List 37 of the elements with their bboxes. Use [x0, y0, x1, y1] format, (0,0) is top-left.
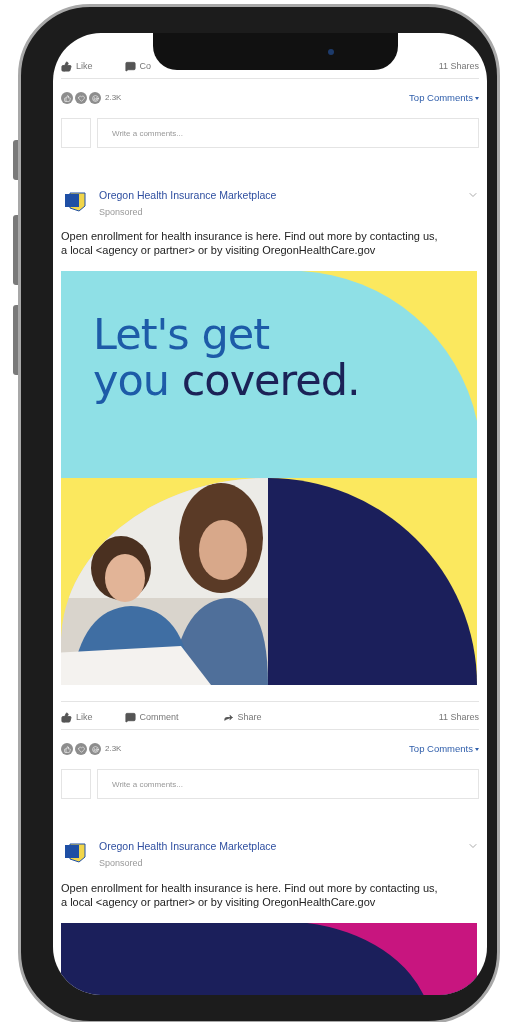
page-name-link[interactable]: Oregon Health Insurance Marketplace [99, 188, 277, 204]
caret-icon [475, 96, 479, 100]
reaction-icon [75, 92, 87, 104]
sort-dropdown[interactable]: Top Comments [409, 90, 479, 106]
post-text: Open enrollment for health insurance is here. Find out more by contacting us, a local <agency or partner> or by visiting OregonHealthCare.gov [61, 229, 439, 258]
comment-field[interactable]: Write a comments... [97, 769, 479, 800]
reaction-icon [89, 743, 101, 756]
post-action-button[interactable]: Co [124, 59, 152, 74]
reaction-count: 2.3K [105, 743, 122, 756]
post-action-button[interactable]: Like [61, 59, 93, 74]
speech-bubble-icon [124, 61, 136, 72]
share-icon [222, 712, 234, 724]
sort-dropdown[interactable]: Top Comments [409, 742, 479, 757]
post-action-button[interactable]: Like [61, 711, 93, 725]
avatar-placeholder [61, 118, 91, 148]
comment-field[interactable]: Write a comments... [97, 118, 479, 148]
share-count: 11 Shares [438, 711, 479, 724]
post-action-button[interactable]: Comment [124, 711, 179, 725]
thumbs-up-icon [61, 61, 72, 72]
thumbs-up-icon [61, 712, 72, 724]
speech-bubble-icon [124, 712, 136, 724]
sponsored-label: Sponsored [99, 857, 144, 870]
page-name-link[interactable]: Oregon Health Insurance Marketplace [99, 839, 277, 855]
ad-headline: you covered. [93, 357, 360, 404]
reaction-icon [75, 743, 87, 756]
reaction-icon [61, 92, 73, 104]
avatar-placeholder [61, 769, 91, 800]
post-text: Open enrollment for health insurance is here. Find out more by contacting us, a local <agency or partner> or by visiting OregonHealthCare.gov [61, 880, 439, 909]
share-count: 11 Shares [438, 59, 479, 73]
reaction-icon [61, 743, 73, 756]
ad-headline: Let's get [93, 311, 270, 358]
camera-icon [327, 48, 334, 55]
caret-icon [475, 747, 479, 751]
post-action-button[interactable]: Share [222, 711, 262, 725]
reaction-count: 2.3K [105, 92, 122, 104]
reaction-icon [89, 92, 101, 104]
sponsored-label: Sponsored [99, 205, 144, 219]
